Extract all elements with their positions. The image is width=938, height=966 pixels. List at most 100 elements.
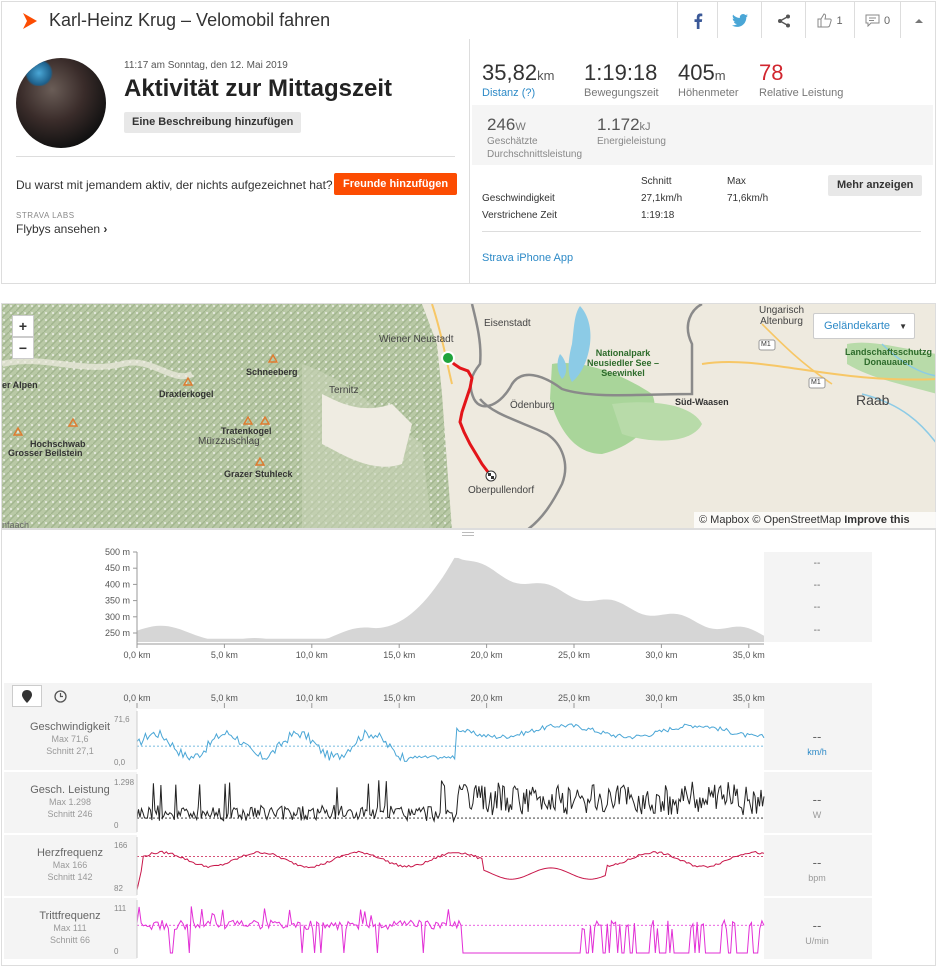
show-more-button[interactable]: Mehr anzeigen (828, 175, 923, 196)
power-label-1: Geschätzte (487, 136, 538, 147)
stream-x-tick: 0,0 km (123, 693, 150, 703)
elevation-x-tick: 5,0 km (211, 650, 238, 660)
map-label-m1a: M1 (761, 341, 771, 348)
elevation-y-tick: 500 m (105, 547, 130, 557)
stat-energy: 1.172kJ Energieleistung (597, 115, 666, 148)
energy-value: 1.172 (597, 115, 640, 134)
stream-axis-max: 166 (114, 841, 128, 850)
thumbs-up-icon (817, 13, 833, 28)
divider (16, 156, 455, 157)
map-label-oedenburg: Ödenburg (510, 400, 555, 411)
stream-label: Geschwindigkeit Max 71,6 Schnitt 27,1 (4, 721, 136, 757)
map-label-stuhleck: Grazer Stuhleck (224, 469, 293, 479)
facebook-share-button[interactable] (677, 2, 717, 39)
map-label-alpen: er Alpen (2, 380, 38, 390)
collapse-button[interactable] (900, 2, 937, 39)
stream-avg: Schnitt 27,1 (46, 746, 94, 756)
power-value: 246 (487, 115, 516, 134)
twitter-share-button[interactable] (717, 2, 761, 39)
map-label-oberpullendorf: Oberpullendorf (468, 485, 535, 496)
elevation-area (137, 557, 764, 642)
stream-value: -- (812, 792, 822, 807)
comments-button[interactable]: 0 (854, 2, 900, 39)
elevation-x-tick: 35,0 km (733, 650, 765, 660)
kudos-button[interactable]: 1 (805, 2, 854, 39)
elevation-chart[interactable]: 500 m 450 m 400 m 350 m 300 m 250 m 0,0 km 5,0 … (0, 540, 938, 670)
stream-value: -- (812, 918, 822, 933)
power-label-2: Durchschnittsleistung (487, 149, 583, 160)
strava-labs-label: STRAVA LABS (16, 211, 75, 220)
stream-x-tick: 25,0 km (558, 693, 590, 703)
stream-line (136, 780, 765, 824)
map-attribution: © Mapbox © OpenStreetMap Improve this ma… (694, 512, 938, 542)
add-friends-button[interactable]: Freunde hinzufügen (334, 173, 458, 195)
elevation-y-tick: 250 m (105, 628, 130, 638)
flybys-label: Flybys ansehen (16, 222, 101, 236)
stream-axis-max: 111 (114, 904, 127, 913)
add-description-button[interactable]: Eine Beschreibung hinzufügen (124, 112, 302, 133)
elevation-x-tick: 20,0 km (471, 650, 503, 660)
stat-relative-effort[interactable]: 78 Relative Leistung (759, 60, 843, 99)
relative-effort-value: 78 (759, 60, 784, 85)
stream-axis-min: 0,0 (114, 758, 126, 767)
activity-header: Karl-Heinz Krug – Velomobil fahren 1 0 (1, 1, 936, 39)
elevation-x-tick: 30,0 km (645, 650, 677, 660)
elevation-label: Höhenmeter (678, 87, 739, 99)
map-label-raab: Raab (856, 392, 890, 408)
with-someone-text: Du warst mit jemandem aktiv, der nichts … (16, 178, 333, 192)
elevation-y-tick: 300 m (105, 612, 130, 622)
stream-max: Max 71,6 (51, 734, 89, 744)
stream-value: -- (812, 729, 822, 744)
zoom-in-button[interactable]: + (12, 315, 34, 337)
stream-x-tick: 20,0 km (471, 693, 503, 703)
stream-axis-max: 71,6 (114, 715, 130, 724)
flybys-link[interactable]: Flybys ansehen › (16, 222, 107, 236)
map-label-altenburg: Ungarisch Altenburg (759, 305, 805, 327)
divider (482, 231, 921, 232)
elevation-y-tick: 450 m (105, 563, 130, 573)
elapsed-value: 1:19:18 (641, 210, 675, 221)
distance-label-link[interactable]: Distanz (?) (482, 87, 554, 99)
map-label-fehaach: nfaach (2, 520, 30, 529)
map-label-schneeberg: Schneeberg (246, 367, 298, 377)
stream-unit: W (812, 810, 822, 820)
chevron-right-icon: › (103, 222, 108, 236)
stat-distance: 35,82km Distanz (?) (482, 60, 554, 99)
map-label-ternitz: Ternitz (329, 385, 359, 396)
terrain-dropdown[interactable]: Geländekarte ▼ (813, 313, 915, 339)
device-link[interactable]: Strava iPhone App (482, 252, 573, 264)
stat-moving-time: 1:19:18 Bewegungszeit (584, 60, 659, 99)
distance-value: 35,82 (482, 60, 538, 85)
share-button[interactable] (761, 2, 805, 39)
map-label-m1b: M1 (811, 379, 821, 386)
map-label-wiener-neustadt: Wiener Neustadt (379, 334, 454, 345)
activity-map[interactable]: Ungarisch Altenburg Eisenstadt Wiener Neu… (1, 303, 936, 529)
comment-icon (865, 14, 880, 27)
stream-avg: Schnitt 142 (47, 872, 93, 882)
twitter-icon (731, 14, 748, 27)
stream-x-tick: 10,0 km (296, 693, 328, 703)
map-label-eisenstadt: Eisenstadt (484, 318, 531, 329)
energy-unit: kJ (639, 121, 651, 133)
attribution-text[interactable]: © Mapbox © OpenStreetMap (699, 514, 841, 526)
strava-chevron-icon (23, 13, 37, 29)
map-label-nationalpark: Nationalpark Neusiedler See – Seewinkel (587, 348, 660, 378)
col-avg-header: Schnitt (641, 176, 672, 187)
zoom-out-button[interactable]: − (12, 337, 34, 359)
stream-axis-max: 1.298 (114, 778, 135, 787)
stream-max: Max 1.298 (48, 797, 92, 807)
elevation-y-tick: 350 m (105, 596, 130, 606)
stream-line (136, 906, 765, 954)
column-divider (469, 39, 470, 283)
energy-label: Energieleistung (597, 136, 666, 147)
distance-unit: km (537, 68, 555, 83)
elevation-y-tick: 400 m (105, 579, 130, 589)
terrain-label: Geländekarte (824, 320, 891, 332)
stream-label: Herzfrequenz Max 166 Schnitt 142 (4, 847, 136, 883)
map-label-beilstein: Grosser Beilstein (8, 448, 83, 458)
avatar[interactable] (16, 58, 106, 148)
stat-elevation: 405m Höhenmeter (678, 60, 739, 99)
chevron-up-icon (915, 18, 923, 23)
resize-handle-icon[interactable] (462, 532, 474, 536)
elevation-unit: m (714, 68, 726, 83)
